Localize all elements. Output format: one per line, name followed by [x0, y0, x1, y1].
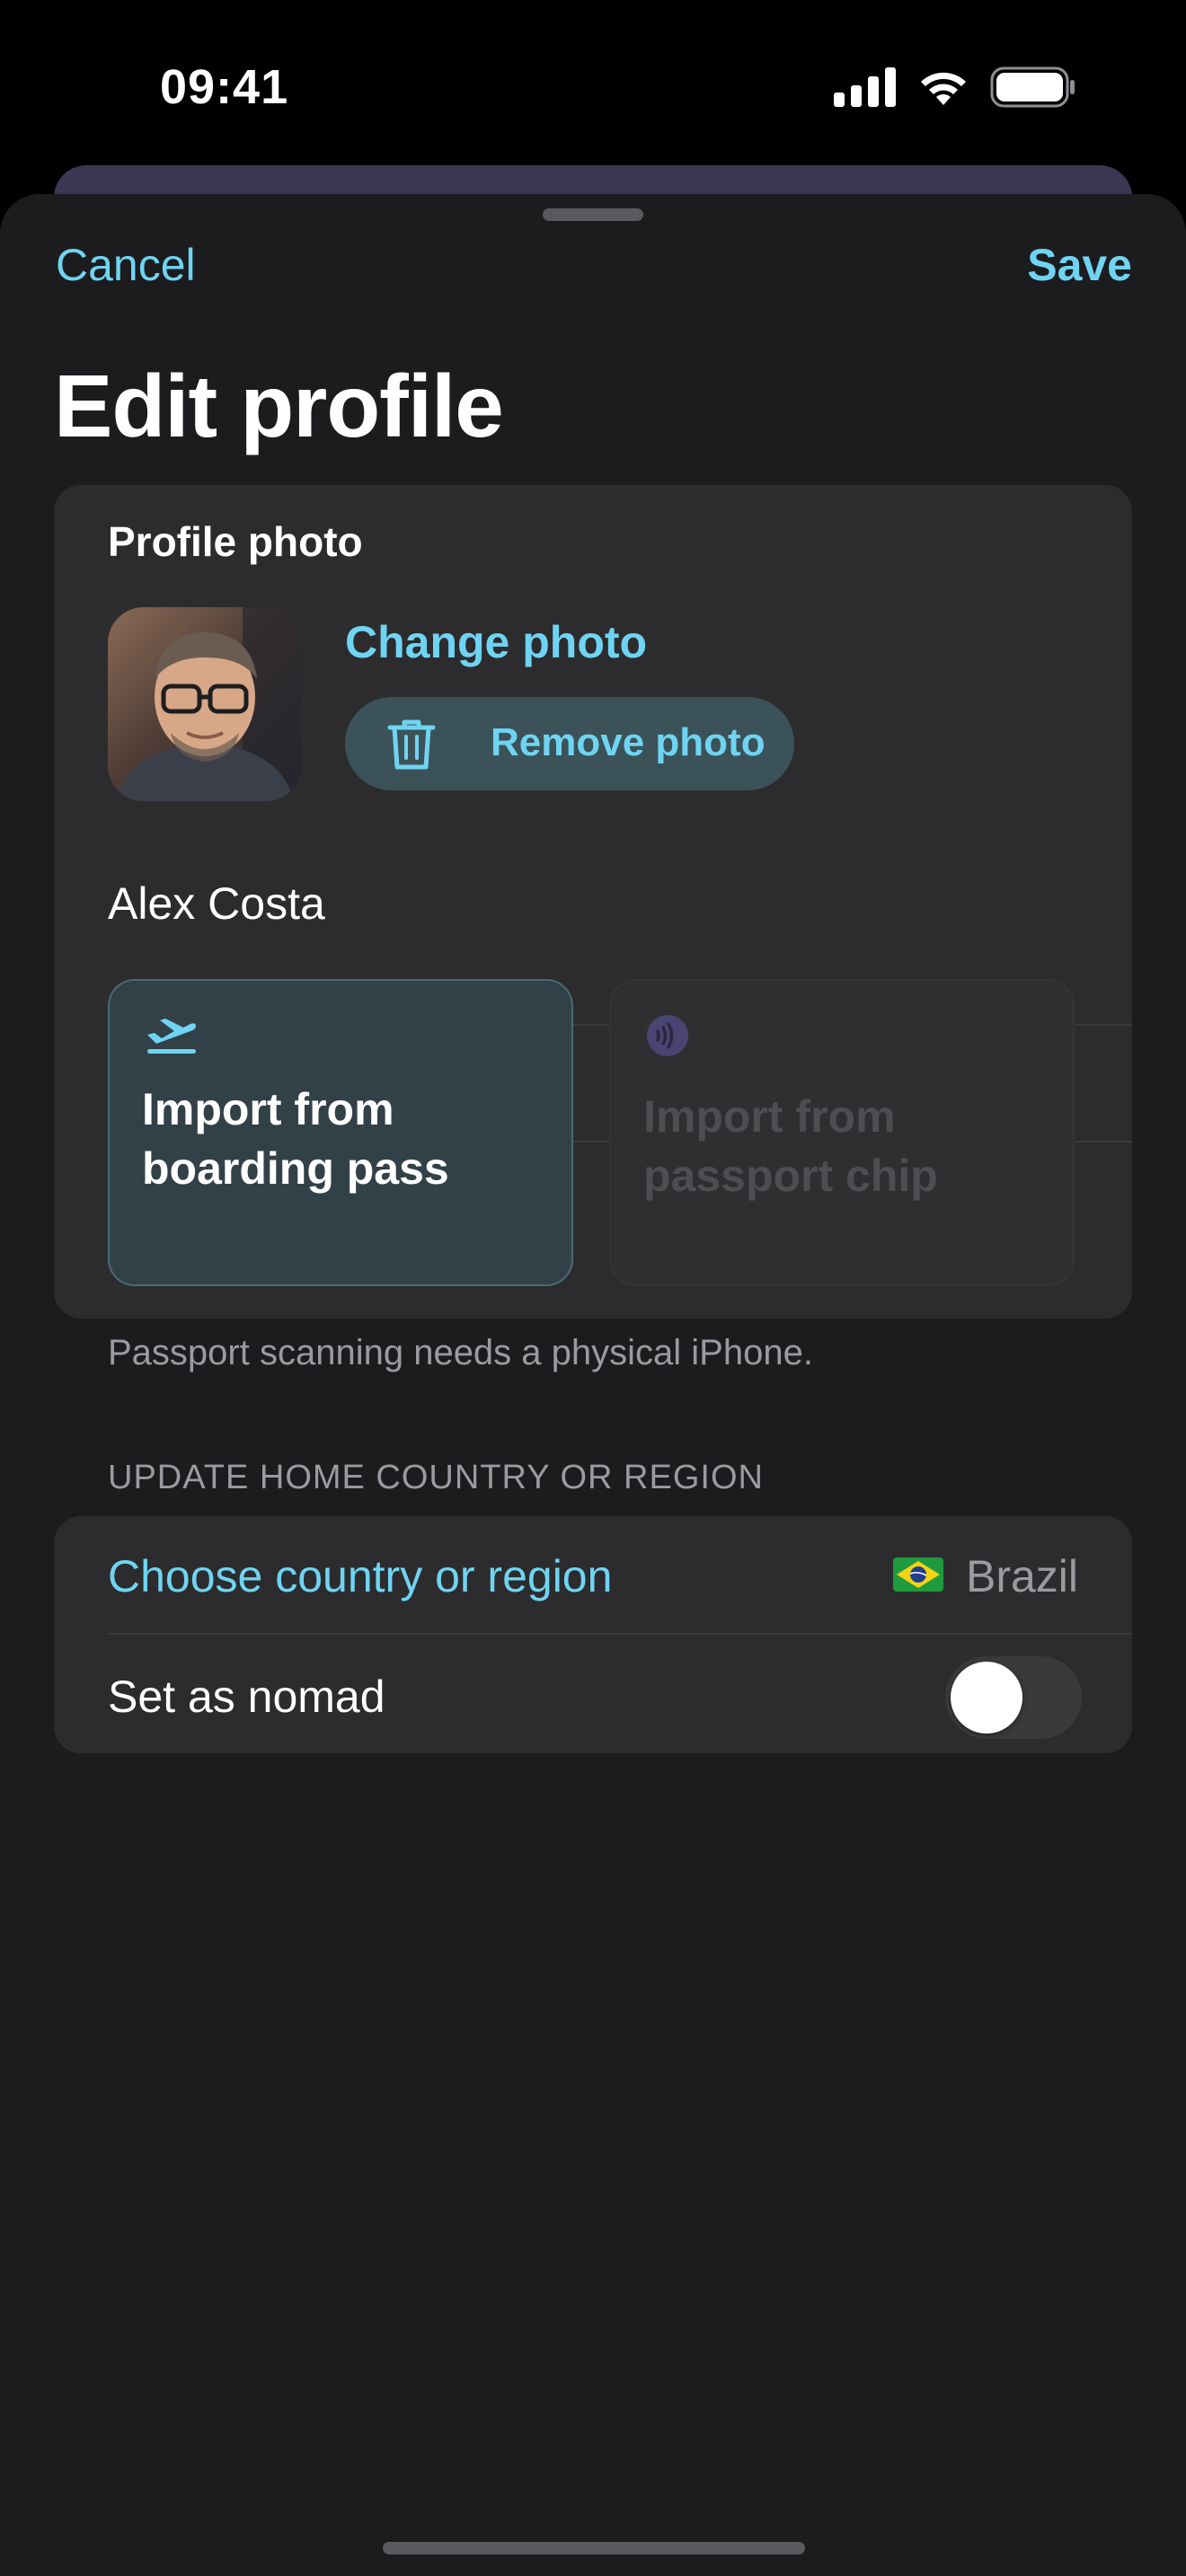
nfc-icon	[647, 1015, 688, 1056]
import-boarding-pass-button[interactable]: Import from boarding pass	[108, 979, 573, 1286]
battery-icon	[990, 66, 1075, 108]
passport-footnote: Passport scanning needs a physical iPhon…	[108, 1333, 813, 1372]
import-boarding-pass-label: Import from boarding pass	[142, 1084, 449, 1194]
brazil-flag-icon	[893, 1557, 943, 1592]
remove-photo-label: Remove photo	[491, 720, 766, 764]
avatar-photo	[108, 607, 302, 801]
airplane-departure-icon	[147, 1019, 196, 1054]
choose-country-label: Choose country or region	[108, 1551, 613, 1601]
status-time: 09:41	[160, 60, 289, 114]
nomad-label: Set as nomad	[108, 1672, 385, 1722]
choose-country-row[interactable]: Choose country or region Brazil	[54, 1516, 1132, 1633]
selected-country: Brazil	[965, 1551, 1078, 1601]
home-country-card: Choose country or region Brazil Set as n…	[54, 1516, 1132, 1753]
profile-card: Profile photo Change photo Remove photo …	[54, 485, 1132, 1319]
page-title: Edit profile	[54, 357, 504, 455]
save-button[interactable]: Save	[1027, 239, 1132, 291]
status-bar: 09:41	[0, 0, 1186, 171]
cellular-signal-icon	[834, 67, 896, 107]
sheet-grabber[interactable]	[543, 208, 643, 221]
nomad-row: Set as nomad	[54, 1635, 1132, 1753]
home-indicator	[383, 2542, 805, 2554]
cancel-button[interactable]: Cancel	[56, 239, 196, 291]
profile-photo-label: Profile photo	[108, 518, 363, 565]
import-passport-chip-button: Import from passport chip	[609, 979, 1075, 1286]
wifi-icon	[921, 72, 966, 105]
edit-profile-sheet: Cancel Save Edit profile Profile photo C…	[0, 194, 1186, 2576]
trash-icon	[387, 719, 436, 770]
home-country-section-header: UPDATE HOME COUNTRY OR REGION	[108, 1459, 764, 1496]
import-passport-chip-label: Import from passport chip	[643, 1091, 938, 1201]
status-icons	[834, 66, 1076, 108]
avatar[interactable]	[108, 607, 302, 801]
change-photo-button[interactable]: Change photo	[345, 616, 647, 668]
name-field[interactable]: Alex Costa	[108, 850, 1078, 957]
toggle-knob	[951, 1662, 1022, 1734]
remove-photo-button[interactable]: Remove photo	[345, 697, 794, 790]
nomad-toggle[interactable]	[945, 1656, 1082, 1739]
